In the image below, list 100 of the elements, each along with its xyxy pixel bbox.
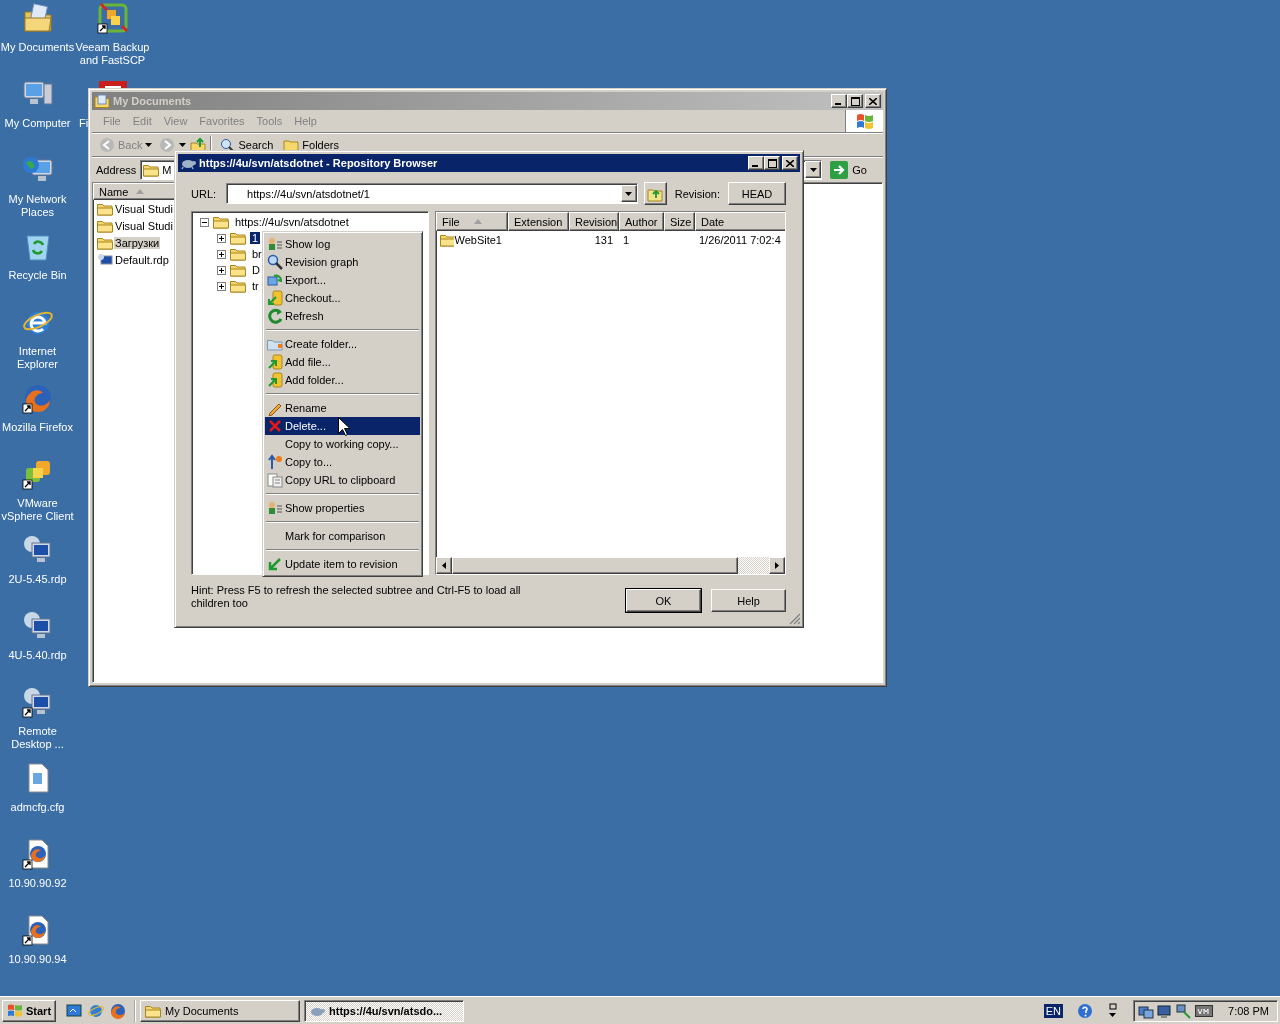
minimize-button[interactable] [831,94,847,108]
menu-item[interactable]: Copy to working copy... [265,435,420,453]
window-title: My Documents [113,95,192,107]
column-header[interactable]: Author [619,212,664,231]
search-button[interactable]: Search [216,137,277,152]
window-title: https://4u/svn/atsdotnet - Repository Browser [199,157,438,169]
menu-item[interactable]: Refresh [265,307,420,325]
go-button[interactable]: Go [826,160,879,179]
desktop-icon-label[interactable]: 4U-5.40.rdp [8,649,67,662]
desktop-icon-label[interactable]: admcfg.cfg [10,801,65,814]
revision-label: Revision: [674,187,720,200]
desktop-icon-label[interactable]: 10.90.90.92 [8,877,67,890]
desktop-icon-label[interactable]: 2U-5.45.rdp [8,573,67,586]
file-name[interactable]: Visual Studi [114,202,174,215]
windows-logo-icon [854,112,875,130]
folder-icon [283,137,300,152]
file-name[interactable]: Загрузки [114,236,161,249]
minimize-button[interactable] [748,156,764,170]
ok-button[interactable]: OK [626,589,701,612]
browser-icon[interactable] [110,1002,127,1019]
file-name[interactable]: Default.rdp [114,253,170,266]
sort-arrow-icon [473,219,482,224]
menu-item[interactable]: Rename [265,399,420,417]
menu-item[interactable]: Add file... [265,353,420,371]
expand-icon[interactable] [217,233,226,243]
network-icon[interactable] [1176,1002,1193,1019]
menu-item[interactable]: Create folder... [265,335,420,353]
tree-item[interactable]: D [250,264,262,276]
desktop-icon-label[interactable]: 10.90.90.94 [8,953,67,966]
expand-icon[interactable] [217,249,226,259]
scroll-left-button[interactable] [436,557,452,574]
desktop-icon-label[interactable]: My Documents [0,41,75,54]
close-button[interactable] [865,94,881,108]
column-header[interactable]: Revision [569,212,619,231]
scroll-right-button[interactable] [769,557,785,574]
menu-item[interactable]: Revision graph [265,253,420,271]
start-button[interactable]: Start [2,999,57,1022]
scroll-thumb[interactable] [452,557,738,574]
desktop-icon-label[interactable]: Recycle Bin [8,269,67,282]
column-header[interactable]: Size [664,212,695,231]
menu-item[interactable]: Export... [265,271,420,289]
collapse-icon[interactable] [200,217,209,227]
close-button[interactable] [782,156,798,170]
restore-icon[interactable] [1107,1002,1120,1019]
expand-icon[interactable] [217,265,226,275]
menu-item[interactable]: Add folder... [265,371,420,389]
menu-item[interactable]: Delete... [265,417,420,435]
column-header[interactable]: Extension [508,212,569,231]
maximize-icon [850,96,860,106]
taskbar-button[interactable]: https://4u/svn/atsdo... [304,999,465,1022]
vm-icon[interactable] [1195,1003,1214,1018]
browse-button[interactable] [643,182,667,205]
dropdown-button[interactable] [620,185,637,202]
resize-grip-icon[interactable] [789,613,801,625]
menu-item[interactable]: Copy URL to clipboard [265,471,420,489]
file-name[interactable]: Visual Studi [114,219,174,232]
tree-item[interactable]: https://4u/svn/atsdotnet [233,216,351,228]
tree-item[interactable]: 1 [250,232,261,244]
person-list-icon [267,236,283,252]
maximize-button[interactable] [764,156,780,170]
revision-button[interactable]: HEAD [728,182,786,205]
folders-button[interactable]: Folders [280,137,342,152]
desktop-icon-label[interactable]: My Computer [4,117,71,130]
person-list-icon [267,500,283,516]
language-indicator[interactable]: EN [1043,1003,1064,1018]
copy-to-icon [267,454,283,470]
desktop-icon-label[interactable]: Internet Explorer [0,345,75,371]
maximize-button[interactable] [847,94,863,108]
menu-item[interactable]: Copy to... [265,453,420,471]
delete-icon [267,418,283,434]
dropdown-button[interactable] [805,161,822,178]
desktop-icon-label[interactable]: Remote Desktop ... [0,725,75,751]
taskbar-button[interactable]: My Documents [140,999,301,1022]
back-icon [99,136,115,153]
desktop-icon-label[interactable]: VMware vSphere Client [0,497,75,523]
horizontal-scrollbar[interactable] [436,557,785,574]
desktop-icon-label[interactable]: Mozilla Firefox [2,421,73,434]
desktop-icon-label[interactable]: Fi [75,117,89,130]
desktop-icon[interactable] [66,1002,83,1019]
browser-icon[interactable] [88,1002,105,1019]
computer-icon[interactable] [1157,1002,1174,1019]
add-file-icon [267,354,283,370]
menu-item[interactable]: Show log [265,235,420,253]
column-header[interactable]: Date [695,212,785,231]
desktop-icon-label[interactable]: Veeam Backup and FastSCP [75,41,150,67]
menu-item[interactable]: Show properties [265,499,420,517]
menu-item[interactable]: Mark for comparison [265,527,420,545]
desktop-icon-label[interactable]: My Network Places [0,193,75,219]
expand-icon[interactable] [217,281,226,291]
refresh-icon [267,308,283,324]
tree-item[interactable]: tr [250,280,261,292]
column-header[interactable]: File [436,212,508,231]
tree-item[interactable]: br [250,248,264,260]
clock[interactable]: 7:08 PM [1228,1004,1269,1017]
url-field[interactable]: https://4u/svn/atsdotnet/1 [226,183,638,204]
close-icon [869,97,877,105]
menu-item[interactable]: Checkout... [265,289,420,307]
menu-item[interactable]: Update item to revision [265,555,420,573]
help-icon[interactable] [1077,1002,1094,1019]
help-button[interactable]: Help [711,589,786,612]
